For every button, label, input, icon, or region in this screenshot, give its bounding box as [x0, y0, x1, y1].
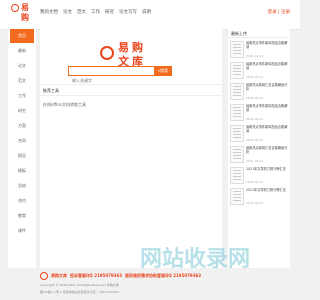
footer-logo-icon [40, 272, 48, 280]
sidebar-item[interactable]: 模板 [10, 164, 34, 178]
latest-item-title: 最新热点事件新闻总结合集解读 [246, 41, 288, 49]
sidebar-item[interactable]: 教育 [10, 209, 34, 223]
latest-panel: 最新上传 最新热点事件新闻总结合集解读 2021-04-11 最新热点事件新闻总… [228, 28, 290, 268]
footer-copyright: Copyright © 2015-2021 All Rights Reserve… [40, 283, 119, 287]
latest-item[interactable]: 最新热点事件新闻总结合集解读 2021-04-11 [230, 61, 288, 80]
sidebar-item[interactable]: 范文 [10, 74, 34, 88]
sidebar-item[interactable]: 工作 [10, 89, 34, 103]
main-content: 易 购 文 库 ⌕搜索 推荐工具 在线office文档转换工具 [40, 28, 222, 268]
logo-char-1: 易 [21, 3, 29, 12]
latest-item[interactable]: 2021年文章热门排行榜汇总 2021-04-11 [230, 187, 288, 206]
doc-thumbnail [230, 146, 244, 163]
sidebar-item[interactable]: 首页 [10, 29, 34, 43]
nav-item[interactable]: 说明 [142, 9, 151, 15]
nav-item[interactable]: 研究 [105, 9, 114, 15]
sidebar-item[interactable]: 报告 [10, 149, 34, 163]
watermark-logo: 网站收录网 [140, 246, 250, 272]
hero-logo-ring [100, 46, 114, 60]
footer-qq-complaint[interactable]: 投诉客服QQ 2195079363 [70, 273, 122, 279]
footer-contact-row: 易购文库 投诉客服QQ 2195079363 版权维权需求协助客服QQ 2195… [40, 272, 290, 280]
hero-logo-char-1: 易 [118, 41, 129, 54]
latest-item[interactable]: 最新热点事件新闻总结合集解读 2021-04-11 [230, 103, 288, 122]
footer-brand: 易购文库 [51, 273, 67, 278]
latest-item[interactable]: 最新热点事件新闻总结合集解读 2021-04-11 [230, 124, 288, 143]
doc-thumbnail [230, 83, 244, 100]
latest-item-date: 2021-04-11 [246, 96, 264, 100]
footer-qq-copyright[interactable]: 版权维权需求协助客服QQ 2195079363 [125, 273, 201, 279]
latest-item-date: 2021-04-11 [246, 180, 264, 184]
latest-item-date: 2021-04-11 [246, 75, 264, 79]
watermark-text: 网站收录网 [140, 246, 250, 272]
tool-link[interactable]: 在线office文档转换工具 [43, 102, 86, 108]
section-title: 推荐工具 [40, 84, 222, 96]
search-bar: ⌕搜索 [68, 66, 172, 85]
logo-char-2: 购 [21, 13, 29, 22]
sidebar-item[interactable]: 合约 [10, 194, 34, 208]
doc-thumbnail [230, 188, 244, 205]
latest-item-title: 2021年文章热门排行榜汇总 [246, 188, 286, 192]
top-bar: 易 购 我的文档 论文 范文 工作 研究 论文写写 说明 登录 | 注册 [0, 0, 300, 30]
latest-item-date: 2021-04-11 [246, 138, 264, 142]
latest-item-date: 2021-04-11 [246, 117, 264, 121]
sidebar-item[interactable]: 方案 [10, 119, 34, 133]
hero-logo-char-2: 购 [132, 41, 143, 54]
latest-item-date: 2021-04-11 [246, 159, 264, 163]
nav-item[interactable]: 论文写写 [119, 9, 137, 15]
latest-panel-title: 最新上传 [228, 28, 290, 38]
logo-ring [11, 4, 19, 12]
doc-thumbnail [230, 167, 244, 184]
doc-thumbnail [230, 104, 244, 121]
sidebar-item[interactable]: 课件 [10, 224, 34, 238]
sidebar-item[interactable]: 最新 [10, 44, 34, 58]
latest-item-title: 最新热点新闻汇总合集解读分析 [246, 83, 288, 91]
latest-item-date: 2021-04-11 [246, 201, 264, 205]
sidebar-item[interactable]: 论文 [10, 59, 34, 73]
search-button[interactable]: ⌕搜索 [154, 66, 172, 76]
main-nav: 我的文档 论文 范文 工作 研究 论文写写 说明 [40, 9, 151, 15]
doc-thumbnail [230, 41, 244, 58]
doc-thumbnail [230, 125, 244, 142]
auth-links: 登录 | 注册 [267, 10, 290, 15]
latest-item[interactable]: 最新热点新闻汇总合集解读分析 2021-04-11 [230, 82, 288, 101]
footer-icp[interactable]: 蜀ICP备××号-1 增值电信业务经营许可证：川B2-XXXXXX [40, 290, 290, 294]
latest-item-title: 最新热点新闻汇总合集解读分析 [246, 146, 288, 154]
sidebar-item[interactable]: 总结 [10, 179, 34, 193]
latest-item-date: 2021-04-11 [246, 54, 264, 58]
nav-item[interactable]: 论文 [63, 9, 72, 15]
register-link[interactable]: 注册 [281, 10, 290, 15]
latest-item-title: 最新热点事件新闻总结合集解读 [246, 62, 288, 70]
site-logo[interactable]: 易 购 [10, 3, 34, 27]
category-sidebar: 首页 最新 论文 范文 工作 研究 方案 合同 报告 模板 总结 合约 教育 课… [8, 28, 36, 268]
login-link[interactable]: 登录 [268, 10, 277, 15]
footer: 易购文库 投诉客服QQ 2195079363 版权维权需求协助客服QQ 2195… [40, 272, 290, 294]
latest-item[interactable]: 最新热点新闻汇总合集解读分析 2021-04-11 [230, 145, 288, 164]
latest-item[interactable]: 2021年文章热门排行榜汇总 2021-04-11 [230, 166, 288, 185]
sidebar-item[interactable]: 合同 [10, 134, 34, 148]
sidebar-item[interactable]: 研究 [10, 104, 34, 118]
nav-item[interactable]: 范文 [77, 9, 86, 15]
doc-thumbnail [230, 62, 244, 79]
latest-item-title: 最新热点事件新闻总结合集解读 [246, 125, 288, 133]
nav-item[interactable]: 我的文档 [40, 9, 58, 15]
latest-item-title: 最新热点事件新闻总结合集解读 [246, 104, 288, 112]
latest-item[interactable]: 最新热点事件新闻总结合集解读 2021-04-11 [230, 40, 288, 59]
nav-item[interactable]: 工作 [91, 9, 100, 15]
search-button-label: 搜索 [160, 68, 169, 73]
latest-item-title: 2021年文章热门排行榜汇总 [246, 167, 286, 171]
